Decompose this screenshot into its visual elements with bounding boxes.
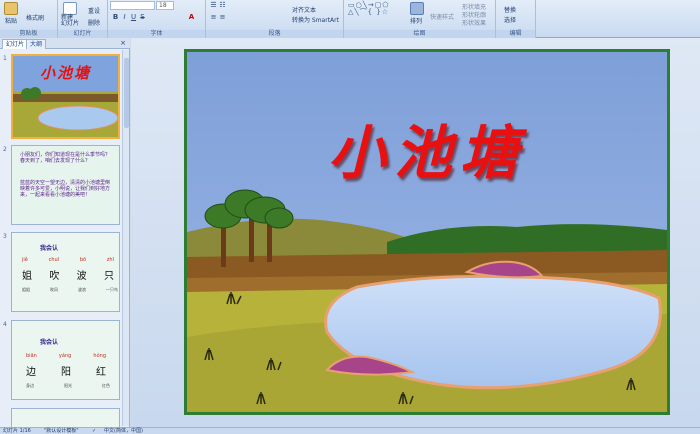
word: 阳光 bbox=[64, 383, 72, 388]
char: 阳 bbox=[61, 367, 71, 378]
word: 吹风 bbox=[50, 287, 58, 292]
thumb-words: 身边 阳光 红色 bbox=[26, 383, 110, 389]
editing-label: 编辑 bbox=[496, 30, 535, 38]
shapes-gallery-icon[interactable]: ▭○╲→▢⬠ △╲⌒{ }☆ bbox=[348, 2, 398, 16]
new-slide-button[interactable]: 新建 幻灯片 bbox=[61, 15, 81, 27]
arrange-button[interactable]: 排列 bbox=[410, 16, 422, 25]
shape-effects-button[interactable]: 形状效果 bbox=[462, 18, 486, 27]
ribbon: 粘贴 格式刷 剪贴板 新建 幻灯片 重设 删除 幻灯片 18 B I U S A… bbox=[0, 0, 700, 38]
numbering-icon[interactable]: ☷ bbox=[219, 2, 226, 9]
slide-thumbnail-4[interactable]: 我会认 biān yáng hóng 边 阳 红 身边 阳光 红色 bbox=[11, 320, 120, 400]
underline-icon[interactable]: U bbox=[130, 14, 137, 21]
paragraph-group: ☰ ☷ ≡ ≡ 对齐文本 转换为 SmartArt 段落 bbox=[206, 0, 344, 38]
align-text-button[interactable]: 对齐文本 bbox=[292, 5, 316, 14]
quick-styles-button[interactable]: 快速样式 bbox=[430, 12, 454, 21]
replace-button[interactable]: 替换 bbox=[504, 5, 516, 14]
font-group: 18 B I U S A 字体 bbox=[108, 0, 206, 38]
paste-icon[interactable] bbox=[4, 2, 18, 15]
pane-tabs: 幻灯片 大纲 × bbox=[0, 38, 130, 49]
arrange-icon[interactable] bbox=[410, 2, 424, 15]
strikethrough-icon[interactable]: S bbox=[139, 14, 146, 21]
slide-stage: 小池塘 bbox=[131, 38, 700, 427]
word: 身边 bbox=[26, 383, 34, 388]
thumb-chars: 边阳红 bbox=[26, 363, 106, 378]
pinyin: yáng bbox=[58, 353, 72, 359]
char: 红 bbox=[96, 367, 106, 378]
word: 波浪 bbox=[78, 287, 86, 292]
align-left-icon[interactable]: ≡ bbox=[210, 14, 217, 21]
pinyin: zhī bbox=[106, 257, 114, 263]
thumb-text: 蓝蓝的天空一望无边，清清的小池塘里倒映着许多可爱，小明说，让我们到好地方来，一起… bbox=[20, 180, 111, 198]
spellcheck-icon[interactable]: ✓ bbox=[92, 428, 96, 434]
word: 姐姐 bbox=[22, 287, 30, 292]
italic-icon[interactable]: I bbox=[121, 14, 128, 21]
thumb-title: 小池塘 bbox=[39, 64, 91, 82]
align-center-icon[interactable]: ≡ bbox=[219, 14, 226, 21]
thumb-heading: 我会认 bbox=[40, 245, 59, 252]
font-size-combo[interactable]: 18 bbox=[156, 1, 174, 10]
slide-number: 1 bbox=[3, 55, 7, 62]
char: 只 bbox=[103, 271, 114, 282]
bold-icon[interactable]: B bbox=[112, 14, 119, 21]
paste-button[interactable]: 粘贴 bbox=[5, 16, 17, 25]
paragraph-label: 段落 bbox=[206, 30, 343, 38]
pinyin: hóng bbox=[93, 353, 106, 359]
drawing-group: ▭○╲→▢⬠ △╲⌒{ }☆ 排列 快速样式 形状填充 形状轮廓 形状效果 绘图 bbox=[344, 0, 496, 38]
reset-button[interactable]: 重设 bbox=[88, 6, 100, 15]
convert-smartart-button[interactable]: 转换为 SmartArt bbox=[292, 15, 339, 24]
char: 波 bbox=[76, 271, 87, 282]
thumb-chars: 姐吹波只 bbox=[22, 267, 114, 282]
font-name-combo[interactable] bbox=[110, 1, 155, 10]
slide-number: 3 bbox=[3, 233, 7, 240]
slide-number: 2 bbox=[3, 146, 7, 153]
pinyin: chuī bbox=[48, 257, 60, 263]
char: 吹 bbox=[49, 271, 60, 282]
select-button[interactable]: 选择 bbox=[504, 15, 516, 24]
clipboard-group: 粘贴 格式刷 剪贴板 bbox=[0, 0, 58, 38]
status-bar: 幻灯片 1/16 "默认设计模板" ✓ 中文(简体，中国) bbox=[0, 427, 700, 434]
char: 姐 bbox=[22, 271, 32, 282]
word: 红色 bbox=[102, 383, 110, 388]
tab-slides[interactable]: 幻灯片 bbox=[2, 39, 29, 49]
font-label: 字体 bbox=[108, 30, 205, 38]
bullets-icon[interactable]: ☰ bbox=[210, 2, 217, 9]
theme-name: "默认设计模板" bbox=[44, 428, 79, 434]
thumb-text: 小朋友们，你们知道现在是什么季节吗？春天到了，咱们去发现了什么？ bbox=[20, 152, 111, 164]
pinyin: biān bbox=[26, 353, 37, 359]
char: 边 bbox=[26, 367, 36, 378]
scrollbar-thumb[interactable] bbox=[124, 58, 129, 128]
pinyin: bō bbox=[79, 257, 87, 263]
slide-number: 4 bbox=[3, 321, 7, 328]
tab-outline[interactable]: 大纲 bbox=[26, 39, 47, 49]
slide-title[interactable]: 小池塘 bbox=[187, 106, 667, 190]
close-icon[interactable]: × bbox=[120, 39, 126, 48]
slide-counter: 幻灯片 1/16 bbox=[3, 428, 31, 434]
thumb-words: 姐姐 吹风 波浪 一只鸟 bbox=[22, 287, 118, 293]
thumb-heading: 我会认 bbox=[40, 339, 59, 346]
format-painter-button[interactable]: 格式刷 bbox=[26, 13, 44, 22]
editing-group: 替换 选择 编辑 bbox=[496, 0, 536, 38]
pinyin: jiě bbox=[22, 257, 28, 263]
thumb-pinyin: jiě chuī bō zhī bbox=[22, 257, 114, 263]
slide-thumbnail-3[interactable]: 我会认 jiě chuī bō zhī 姐 吹 波 只 姐姐 吹风 波浪 一只鸟 bbox=[11, 232, 120, 312]
slides-group: 新建 幻灯片 重设 删除 幻灯片 bbox=[58, 0, 108, 38]
clipboard-label: 剪贴板 bbox=[0, 30, 57, 38]
slide-thumbnail-1[interactable]: 小池塘 bbox=[11, 54, 120, 139]
drawing-label: 绘图 bbox=[344, 30, 495, 38]
slides-pane: 幻灯片 大纲 × 1 小池塘 2 小朋友们，你们知道现在是什么季节吗？春天到了，… bbox=[0, 38, 130, 427]
word: 一只鸟 bbox=[106, 287, 118, 292]
thumb-pinyin: biān yáng hóng bbox=[26, 353, 106, 359]
slide-canvas[interactable]: 小池塘 bbox=[184, 49, 670, 415]
delete-button[interactable]: 删除 bbox=[88, 18, 100, 27]
language-status: 中文(简体，中国) bbox=[104, 428, 143, 434]
pane-scrollbar[interactable] bbox=[122, 50, 129, 426]
slides-label: 幻灯片 bbox=[58, 30, 107, 38]
font-color-icon[interactable]: A bbox=[188, 14, 195, 21]
slide-thumbnail-2[interactable]: 小朋友们，你们知道现在是什么季节吗？春天到了，咱们去发现了什么？ 蓝蓝的天空一望… bbox=[11, 145, 120, 225]
slide-thumbnail-5[interactable] bbox=[11, 408, 120, 427]
